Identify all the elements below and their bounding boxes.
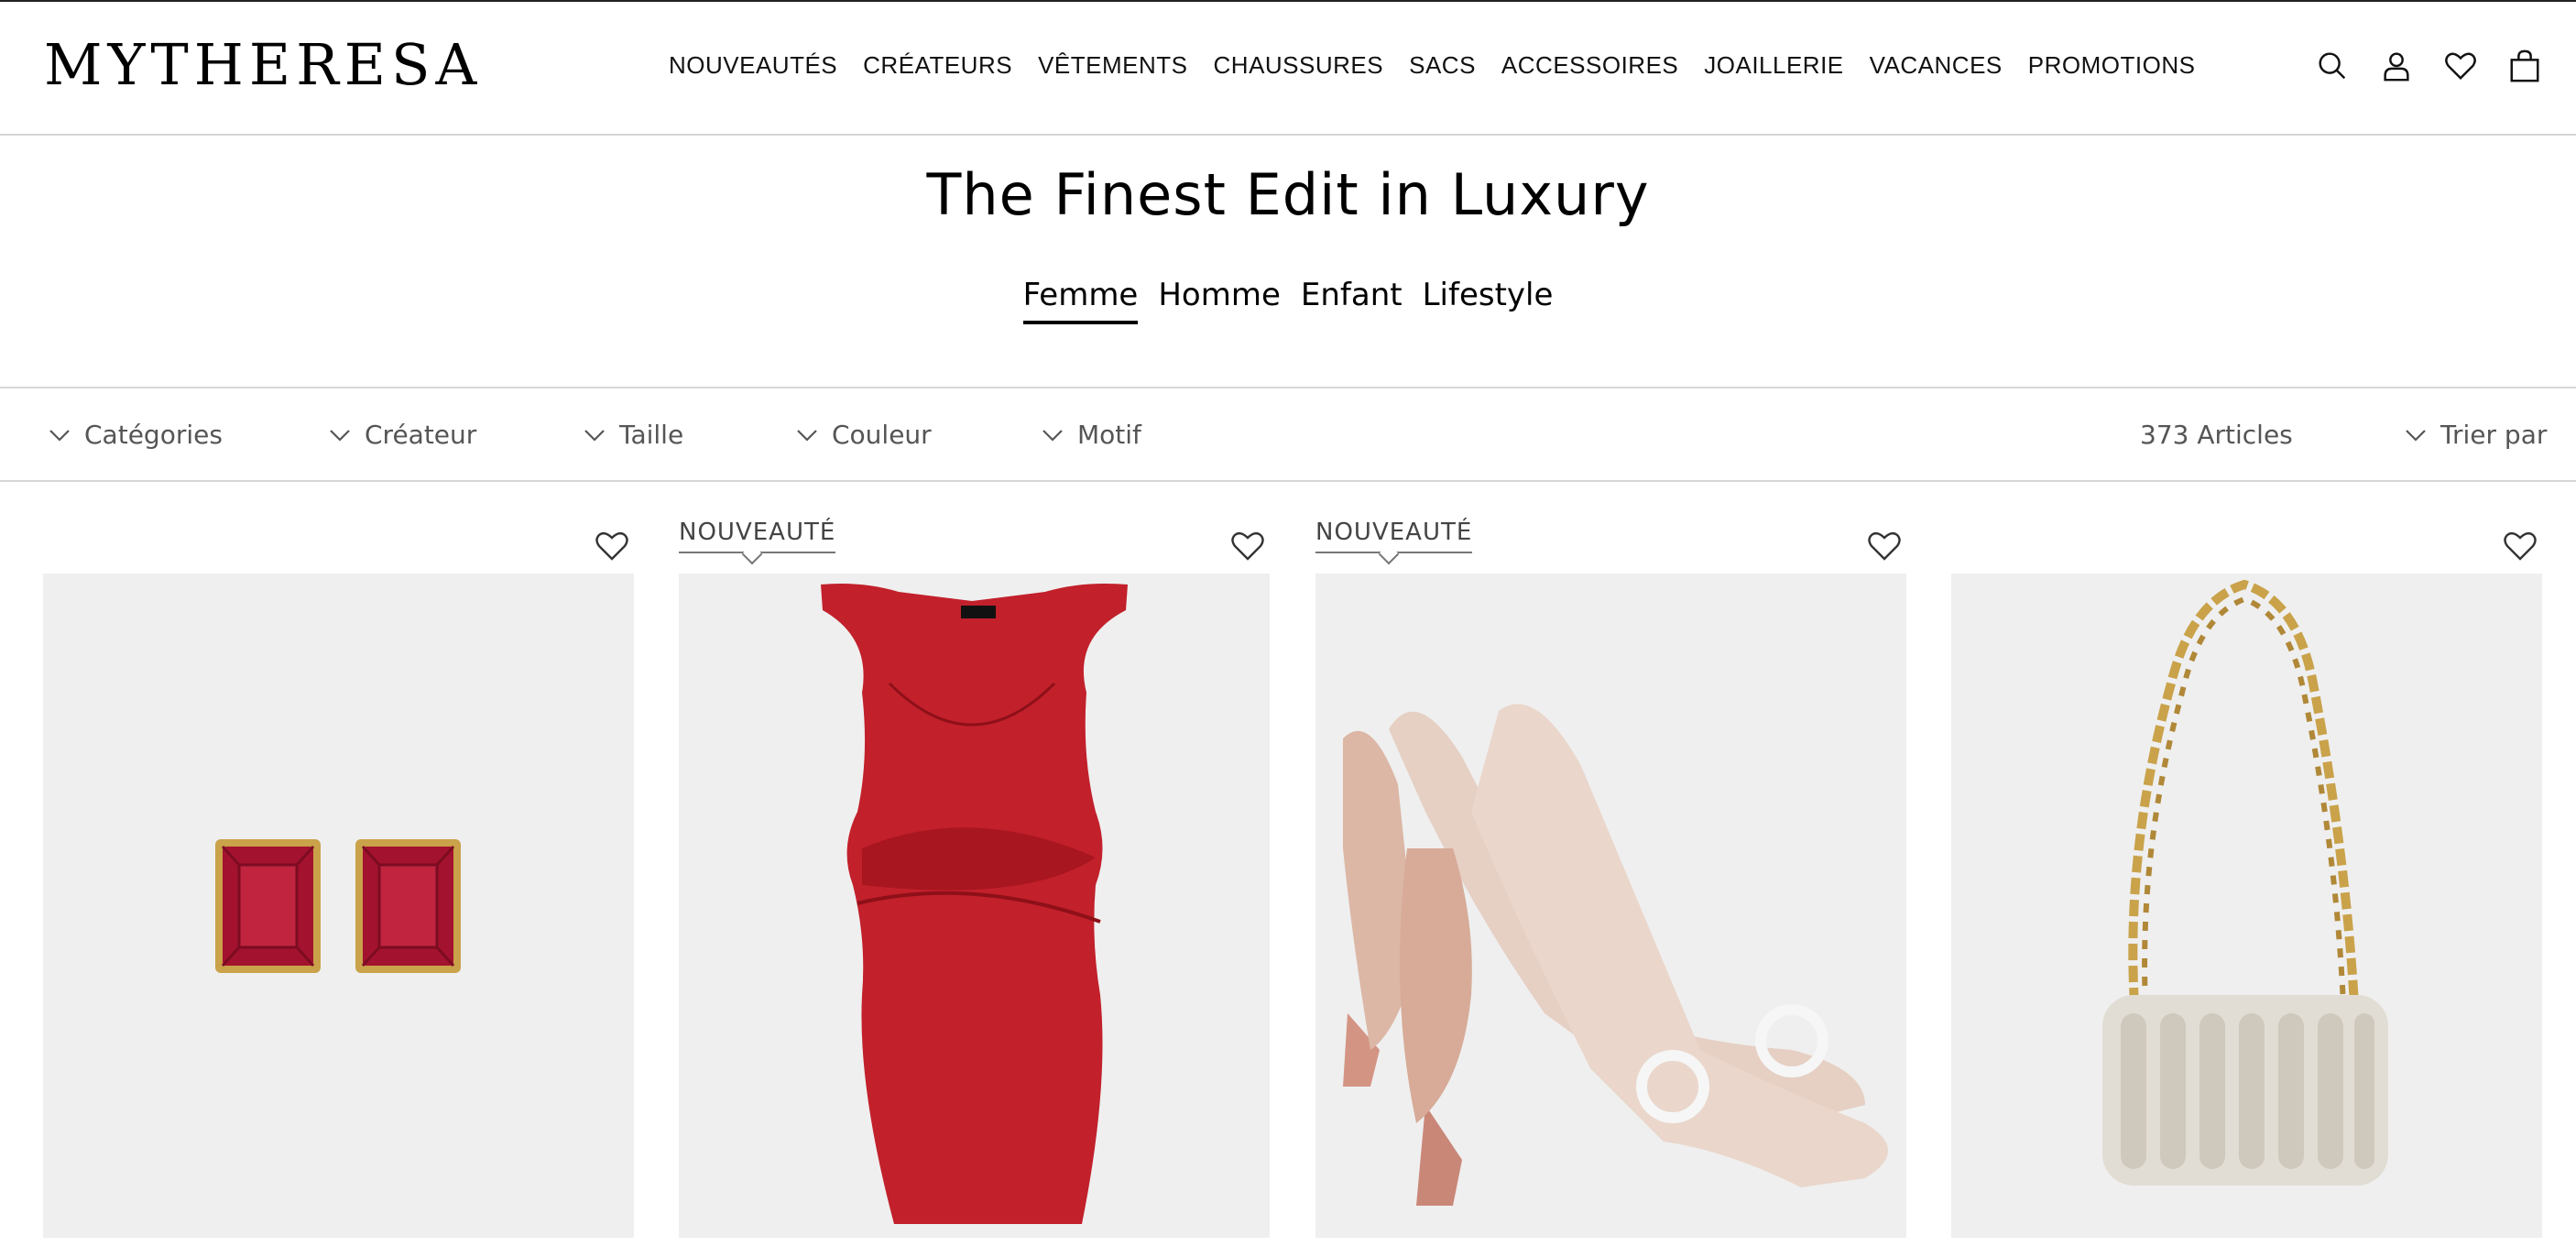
chevron-down-icon bbox=[330, 429, 350, 442]
tab-lifestyle[interactable]: Lifestyle bbox=[1423, 277, 1554, 324]
account-icon[interactable] bbox=[2378, 48, 2415, 84]
filter-motif-label: Motif bbox=[1077, 420, 1141, 450]
brand-logo[interactable]: MYTHERESA bbox=[44, 37, 482, 93]
nav-item-vacances[interactable]: VACANCES bbox=[1870, 51, 2003, 80]
product-card[interactable]: NOUVEAUTÉ bbox=[679, 482, 1270, 1246]
nav-item-nouveautes[interactable]: NOUVEAUTÉS bbox=[669, 51, 837, 80]
filter-taille[interactable]: Taille bbox=[583, 420, 683, 450]
product-image[interactable] bbox=[43, 574, 634, 1238]
chevron-down-icon bbox=[584, 429, 605, 442]
site-header: MYTHERESA NOUVEAUTÉS CRÉATEURS VÊTEMENTS… bbox=[0, 2, 2576, 136]
tab-enfant[interactable]: Enfant bbox=[1301, 277, 1403, 324]
nav-item-accessoires[interactable]: ACCESSOIRES bbox=[1501, 51, 1678, 80]
sort-dropdown[interactable]: Trier par bbox=[2404, 420, 2547, 450]
chevron-down-icon bbox=[2406, 429, 2426, 442]
sort-label: Trier par bbox=[2440, 420, 2548, 450]
filter-couleur[interactable]: Couleur bbox=[795, 420, 932, 450]
filter-categories-label: Catégories bbox=[84, 420, 223, 450]
chain-bag-image bbox=[2102, 579, 2388, 1186]
filter-taille-label: Taille bbox=[619, 420, 684, 450]
heart-icon[interactable] bbox=[594, 528, 630, 563]
header-icons bbox=[2314, 48, 2543, 84]
product-card[interactable] bbox=[1951, 482, 2542, 1246]
nav-item-promotions[interactable]: PROMOTIONS bbox=[2028, 51, 2196, 80]
nav-item-createurs[interactable]: CRÉATEURS bbox=[863, 51, 1012, 80]
nav-item-chaussures[interactable]: CHAUSSURES bbox=[1214, 51, 1384, 80]
nav-item-joaillerie[interactable]: JOAILLERIE bbox=[1704, 51, 1843, 80]
new-badge: NOUVEAUTÉ bbox=[1315, 519, 1473, 553]
filter-categories[interactable]: Catégories bbox=[48, 420, 223, 450]
filter-bar: Catégories Créateur Taille Couleur Motif… bbox=[0, 387, 2576, 482]
product-card[interactable] bbox=[43, 482, 634, 1246]
chevron-down-icon bbox=[1042, 429, 1063, 442]
heart-icon[interactable] bbox=[1866, 528, 1903, 563]
product-image[interactable] bbox=[1315, 574, 1906, 1238]
velvet-pumps-image bbox=[1343, 704, 1888, 1206]
product-card[interactable]: NOUVEAUTÉ bbox=[1315, 482, 1906, 1246]
page-title: The Finest Edit in Luxury bbox=[926, 161, 1650, 228]
red-dress-image bbox=[821, 584, 1128, 1224]
main-nav: NOUVEAUTÉS CRÉATEURS VÊTEMENTS CHAUSSURE… bbox=[669, 51, 2221, 80]
heart-icon[interactable] bbox=[2502, 528, 2538, 563]
filter-createur-label: Créateur bbox=[365, 420, 477, 450]
search-icon[interactable] bbox=[2314, 48, 2351, 84]
filter-couleur-label: Couleur bbox=[832, 420, 932, 450]
new-badge: NOUVEAUTÉ bbox=[679, 519, 836, 553]
heart-icon[interactable] bbox=[1229, 528, 1266, 563]
product-image[interactable] bbox=[1951, 574, 2542, 1238]
product-image[interactable] bbox=[679, 574, 1270, 1238]
ruby-earrings-image bbox=[215, 839, 461, 973]
wishlist-icon[interactable] bbox=[2442, 48, 2479, 84]
chevron-down-icon bbox=[49, 429, 70, 442]
gender-tabs: Femme Homme Enfant Lifestyle bbox=[0, 277, 2576, 324]
filter-motif[interactable]: Motif bbox=[1041, 420, 1141, 450]
results-count: 373 Articles bbox=[2140, 420, 2293, 450]
tab-homme[interactable]: Homme bbox=[1158, 277, 1281, 324]
product-grid: NOUVEAUTÉ NOUVEAUTÉ bbox=[0, 482, 2576, 1246]
filter-createur[interactable]: Créateur bbox=[328, 420, 476, 450]
tab-femme[interactable]: Femme bbox=[1022, 277, 1139, 324]
bag-icon[interactable] bbox=[2506, 48, 2543, 84]
nav-item-sacs[interactable]: SACS bbox=[1409, 51, 1476, 80]
nav-item-vetements[interactable]: VÊTEMENTS bbox=[1038, 51, 1187, 80]
chevron-down-icon bbox=[797, 429, 817, 442]
